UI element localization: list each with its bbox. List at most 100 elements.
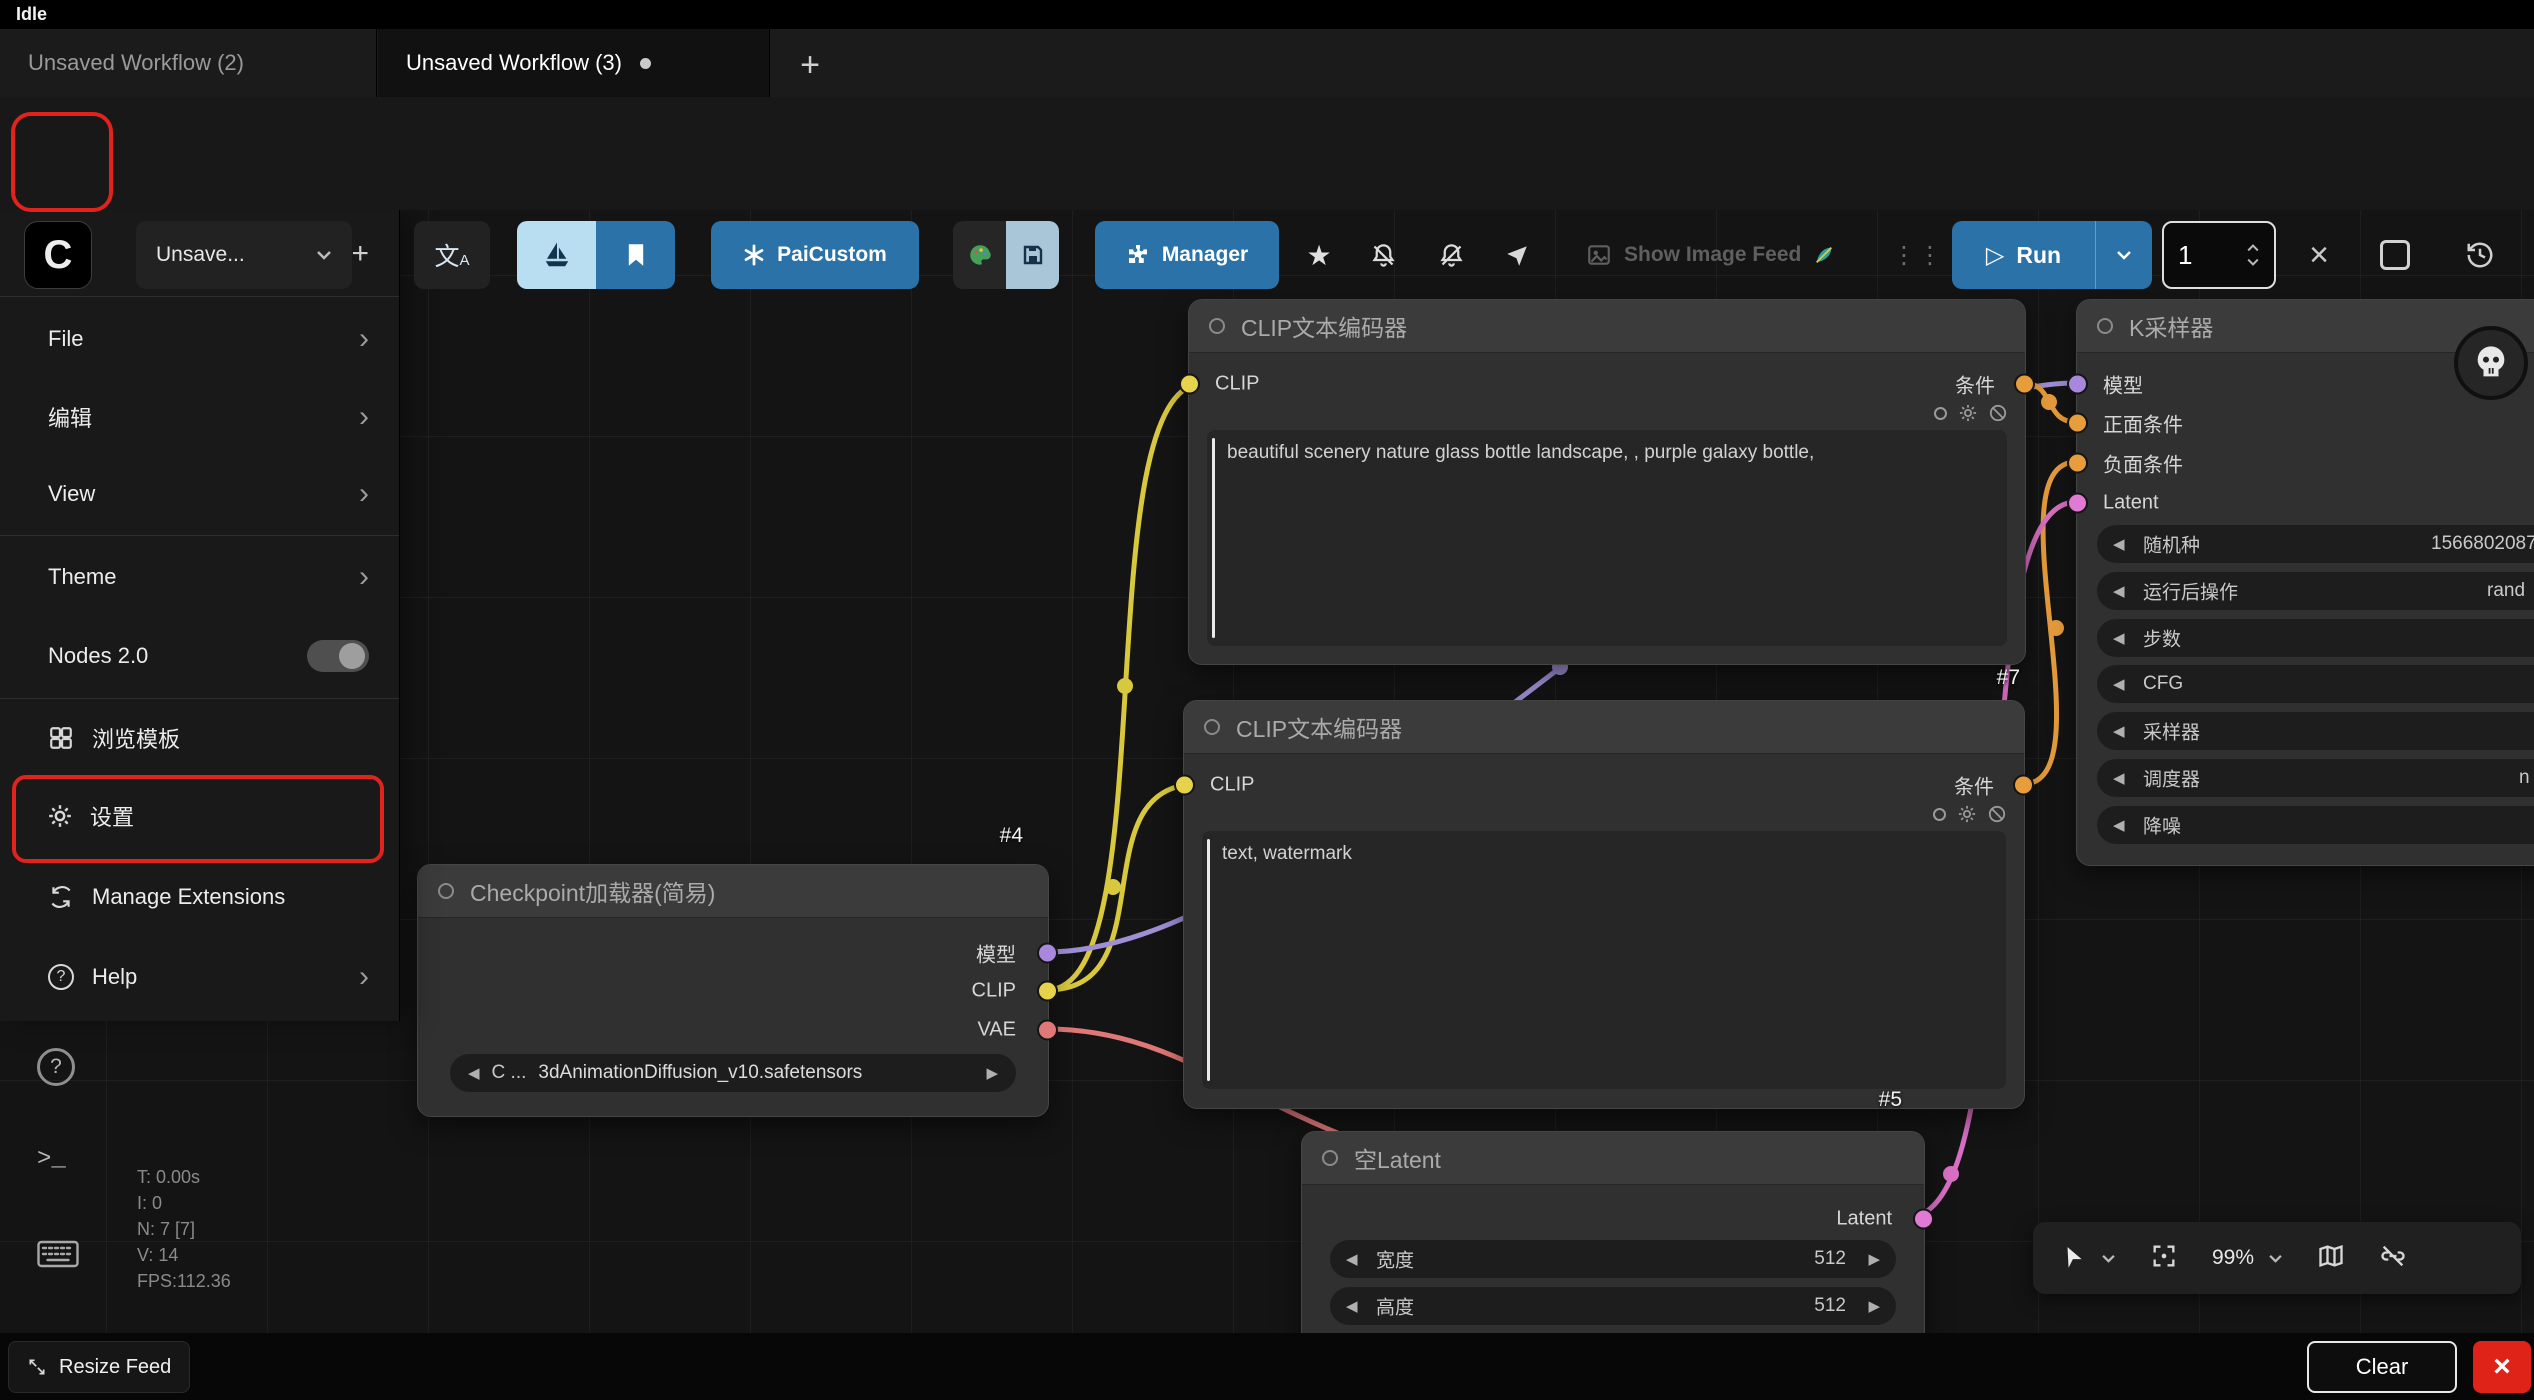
input-port-clip[interactable] [1179, 374, 1200, 395]
shortcuts-button[interactable] [37, 1240, 79, 1268]
node-header[interactable]: 空Latent [1302, 1132, 1924, 1185]
denoise-widget[interactable]: ◀ 降噪 [2097, 806, 2534, 844]
nodes2-toggle[interactable] [307, 640, 369, 672]
run-options-button[interactable] [2096, 221, 2152, 289]
collapse-dot-icon[interactable] [2097, 318, 2113, 334]
seed-widget[interactable]: ◀ 随机种 15668020876 [2097, 525, 2534, 563]
menu-item-settings[interactable]: 设置 [0, 777, 399, 855]
terminal-button[interactable]: >_ [37, 1146, 66, 1173]
collapse-dot-icon[interactable] [1322, 1150, 1338, 1166]
fit-view-button[interactable] [2150, 1242, 2178, 1275]
paicustom-button[interactable]: PaiCustom [711, 221, 919, 289]
save-button[interactable] [1006, 221, 1059, 289]
node-clip-text-encode-negative[interactable]: CLIP文本编码器 CLIP 条件 text, watermark [1183, 700, 2025, 1109]
node-header[interactable]: CLIP文本编码器 [1184, 701, 2024, 754]
menu-item-nodes2[interactable]: Nodes 2.0 [0, 617, 399, 695]
left-arrow-icon[interactable]: ◀ [2113, 722, 2125, 740]
sailboat-button[interactable] [517, 221, 596, 289]
collapse-dot-icon[interactable] [1209, 318, 1225, 334]
comfyui-logo-button[interactable]: C [24, 221, 92, 289]
menu-item-theme[interactable]: Theme › [0, 538, 399, 616]
share-button[interactable] [1494, 221, 1540, 289]
left-arrow-icon[interactable]: ◀ [2113, 582, 2125, 600]
ckpt-name-combo[interactable]: ◀ C ... 3dAnimationDiffusion_v10.safeten… [450, 1054, 1016, 1092]
cancel-run-button[interactable]: × [2296, 221, 2342, 289]
collapse-dot-icon[interactable] [438, 883, 454, 899]
control-after-generate-widget[interactable]: ◀ 运行后操作 rand [2097, 572, 2534, 610]
stop-button[interactable] [2372, 221, 2418, 289]
right-arrow-icon[interactable]: ▶ [1868, 1297, 1880, 1315]
toggle-links-button[interactable] [2379, 1242, 2407, 1275]
palette-button[interactable] [953, 221, 1006, 289]
left-arrow-icon[interactable]: ◀ [2113, 816, 2125, 834]
notifications-button[interactable] [1360, 221, 1406, 289]
output-port-cond[interactable] [2014, 374, 2035, 395]
gear-icon[interactable] [1958, 805, 1976, 823]
new-tab-button[interactable]: + [788, 43, 832, 87]
chevron-down-icon[interactable] [2246, 258, 2260, 266]
node-empty-latent[interactable]: 空Latent Latent ◀ 宽度 512 ▶ ◀ 高度 512 ▶ [1301, 1131, 1925, 1353]
height-widget[interactable]: ◀ 高度 512 ▶ [1330, 1287, 1896, 1325]
history-button[interactable] [2452, 221, 2508, 289]
notifications-off-button[interactable] [1428, 221, 1474, 289]
minimap-button[interactable] [2317, 1242, 2345, 1275]
menu-item-view[interactable]: View › [0, 455, 399, 533]
help-circle-button[interactable]: ? [37, 1048, 75, 1086]
chevron-up-icon[interactable] [2246, 244, 2260, 252]
left-arrow-icon[interactable]: ◀ [2113, 675, 2125, 693]
input-port-clip[interactable] [1174, 775, 1195, 796]
node-checkpoint-loader[interactable]: Checkpoint加载器(简易) 模型 CLIP VAE ◀ C ... 3d… [417, 864, 1049, 1117]
sampler-widget[interactable]: ◀ 采样器 [2097, 712, 2534, 750]
input-port-model[interactable] [2067, 374, 2088, 395]
steps-widget[interactable]: ◀ 步数 [2097, 619, 2534, 657]
circle-icon[interactable] [1933, 808, 1946, 821]
show-image-feed-button[interactable]: Show Image Feed [1576, 221, 1845, 289]
input-port-latent[interactable] [2067, 493, 2088, 514]
cfg-widget[interactable]: ◀ CFG [2097, 665, 2534, 703]
menu-item-edit[interactable]: 编辑 › [0, 378, 399, 456]
output-port-latent[interactable] [1913, 1209, 1934, 1230]
left-arrow-icon[interactable]: ◀ [2113, 629, 2125, 647]
output-port-cond[interactable] [2013, 775, 2034, 796]
width-widget[interactable]: ◀ 宽度 512 ▶ [1330, 1240, 1896, 1278]
tab-unsaved-workflow-2[interactable]: Unsaved Workflow (2) [0, 29, 377, 97]
bookmark-button[interactable] [596, 221, 675, 289]
favorites-button[interactable]: ★ [1296, 221, 1342, 289]
input-port-positive[interactable] [2067, 413, 2088, 434]
clear-feed-button[interactable]: Clear [2307, 1341, 2457, 1393]
output-port-clip[interactable] [1037, 981, 1058, 1002]
left-arrow-icon[interactable]: ◀ [1346, 1297, 1358, 1315]
skull-badge[interactable] [2454, 326, 2528, 400]
output-port-vae[interactable] [1037, 1020, 1058, 1041]
left-arrow-icon[interactable]: ◀ [468, 1064, 480, 1082]
output-port-model[interactable] [1037, 943, 1058, 964]
menu-item-browse-templates[interactable]: 浏览模板 [0, 699, 399, 777]
collapse-dot-icon[interactable] [1204, 719, 1220, 735]
left-arrow-icon[interactable]: ◀ [1346, 1250, 1358, 1268]
translate-button[interactable]: 文A [414, 221, 490, 289]
prompt-textarea[interactable]: beautiful scenery nature glass bottle la… [1207, 430, 2007, 646]
manager-button[interactable]: Manager [1095, 221, 1279, 289]
input-port-negative[interactable] [2067, 453, 2088, 474]
right-arrow-icon[interactable]: ▶ [1868, 1250, 1880, 1268]
prompt-textarea[interactable]: text, watermark [1202, 831, 2006, 1089]
left-arrow-icon[interactable]: ◀ [2113, 535, 2125, 553]
mute-icon[interactable] [1988, 805, 2006, 823]
run-button[interactable]: ▷ Run [1952, 221, 2095, 289]
node-header[interactable]: Checkpoint加载器(简易) [418, 865, 1048, 918]
circle-icon[interactable] [1934, 407, 1947, 420]
right-arrow-icon[interactable]: ▶ [986, 1064, 998, 1082]
mute-icon[interactable] [1989, 404, 2007, 422]
drag-handle[interactable]: ⋮⋮ [1900, 221, 1936, 289]
scheduler-widget[interactable]: ◀ 调度器 n [2097, 759, 2534, 797]
tab-unsaved-workflow-3[interactable]: Unsaved Workflow (3) [378, 29, 770, 97]
zoom-dropdown[interactable]: 99% [2212, 1246, 2283, 1270]
pointer-mode-dropdown[interactable] [2061, 1245, 2116, 1271]
menu-item-manage-extensions[interactable]: Manage Extensions [0, 858, 399, 936]
gear-icon[interactable] [1959, 404, 1977, 422]
batch-count-stepper[interactable]: 1 [2162, 221, 2276, 289]
node-header[interactable]: CLIP文本编码器 [1189, 300, 2025, 353]
left-arrow-icon[interactable]: ◀ [2113, 769, 2125, 787]
menu-item-file[interactable]: File › [0, 300, 399, 378]
resize-feed-button[interactable]: Resize Feed [8, 1341, 190, 1393]
